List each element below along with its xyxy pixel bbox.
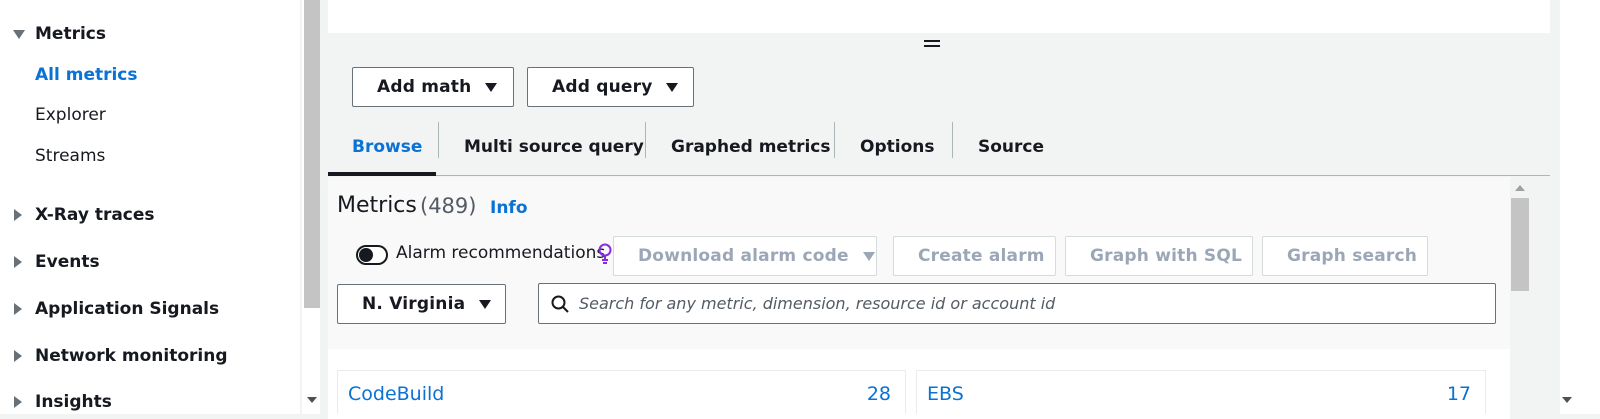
caret-right-icon (0, 303, 35, 315)
namespace-card[interactable]: EBS 17 (916, 370, 1486, 414)
alarm-recommendations-label: Alarm recommendations (396, 243, 606, 263)
caret-down-icon (862, 251, 875, 261)
add-query-label: Add query (552, 77, 653, 97)
caret-right-icon (0, 209, 35, 221)
tab-multi-source-query[interactable]: Multi source query (464, 118, 644, 175)
sidebar-item-explorer[interactable]: Explorer (35, 101, 106, 129)
metrics-count: (489) (420, 194, 477, 218)
sidebar-section-label: Events (35, 252, 100, 272)
tab-source[interactable]: Source (978, 118, 1044, 175)
alarm-recommendations-toggle[interactable] (356, 245, 388, 265)
metric-search-input[interactable]: Search for any metric, dimension, resour… (538, 283, 1496, 324)
sidebar-section-label: Metrics (35, 24, 106, 44)
metrics-browser: Metrics (489) Info Alarm recommendations… (328, 177, 1510, 419)
graph-with-sql-button[interactable]: Graph with SQL (1065, 236, 1253, 276)
caret-right-icon (0, 350, 35, 362)
sidebar-section-network-monitoring[interactable]: Network monitoring (0, 342, 228, 370)
lightbulb-icon (598, 243, 612, 264)
caret-right-icon (0, 396, 35, 408)
download-alarm-code-button[interactable]: Download alarm code (613, 236, 877, 276)
add-math-label: Add math (377, 77, 472, 97)
metrics-tabs: Browse Multi source query Graphed metric… (328, 118, 1550, 176)
caret-down-icon (666, 82, 679, 92)
tab-divider (952, 122, 953, 158)
sidebar-section-events[interactable]: Events (0, 248, 100, 276)
download-alarm-code-label: Download alarm code (638, 246, 849, 266)
sidebar-section-label: Network monitoring (35, 346, 228, 366)
search-icon (551, 295, 569, 313)
namespace-name[interactable]: CodeBuild (348, 383, 444, 405)
resize-handle-icon[interactable] (924, 40, 940, 50)
scrollbar-thumb[interactable] (1511, 198, 1529, 291)
tab-browse[interactable]: Browse (352, 118, 422, 175)
sidebar-scrollbar[interactable] (302, 0, 320, 414)
graph-search-button[interactable]: Graph search (1262, 236, 1428, 276)
metrics-heading: Metrics (337, 193, 417, 218)
tab-divider (645, 122, 646, 158)
sidebar-section-label: X-Ray traces (35, 205, 155, 225)
sidebar-section-xray-traces[interactable]: X-Ray traces (0, 201, 155, 229)
sidebar-section-label: Application Signals (35, 299, 220, 319)
toggle-knob (359, 248, 373, 262)
namespace-name[interactable]: EBS (927, 383, 964, 405)
tab-divider (438, 122, 439, 158)
scroll-down-arrow-icon[interactable] (307, 397, 317, 403)
metrics-scrollbar[interactable] (1510, 177, 1530, 414)
namespace-card[interactable]: CodeBuild 28 (337, 370, 906, 414)
active-tab-indicator (328, 172, 436, 176)
search-placeholder: Search for any metric, dimension, resour… (579, 294, 1056, 313)
tab-options[interactable]: Options (860, 118, 934, 175)
sidebar-section-metrics[interactable]: Metrics (0, 20, 106, 48)
caret-right-icon (0, 256, 35, 268)
page-scrollbar[interactable] (1560, 0, 1600, 414)
namespace-count: 17 (1446, 383, 1471, 405)
caret-down-icon (479, 299, 492, 309)
add-query-button[interactable]: Add query (527, 67, 694, 107)
tab-divider (834, 122, 835, 158)
region-label: N. Virginia (362, 294, 466, 314)
main-content: Add math Add query Browse Multi source q… (320, 0, 1560, 419)
sidebar-section-application-signals[interactable]: Application Signals (0, 295, 219, 323)
caret-down-icon (485, 82, 498, 92)
sidebar: Metrics All metrics Explorer Streams X-R… (0, 0, 300, 414)
scroll-up-arrow-icon[interactable] (1515, 185, 1525, 191)
caret-down-icon (0, 29, 35, 39)
sidebar-item-streams[interactable]: Streams (35, 142, 105, 170)
tab-graphed-metrics[interactable]: Graphed metrics (671, 118, 830, 175)
create-alarm-button[interactable]: Create alarm (893, 236, 1056, 276)
add-math-button[interactable]: Add math (352, 67, 514, 107)
sidebar-section-insights[interactable]: Insights (0, 388, 112, 414)
sidebar-section-label: Insights (35, 392, 112, 412)
graph-panel (328, 0, 1550, 33)
sidebar-item-all-metrics[interactable]: All metrics (35, 61, 138, 89)
region-select[interactable]: N. Virginia (337, 284, 506, 324)
scroll-down-arrow-icon[interactable] (1562, 397, 1572, 403)
namespace-count: 28 (866, 383, 891, 405)
info-link[interactable]: Info (490, 198, 528, 218)
scrollbar-thumb[interactable] (304, 0, 320, 308)
